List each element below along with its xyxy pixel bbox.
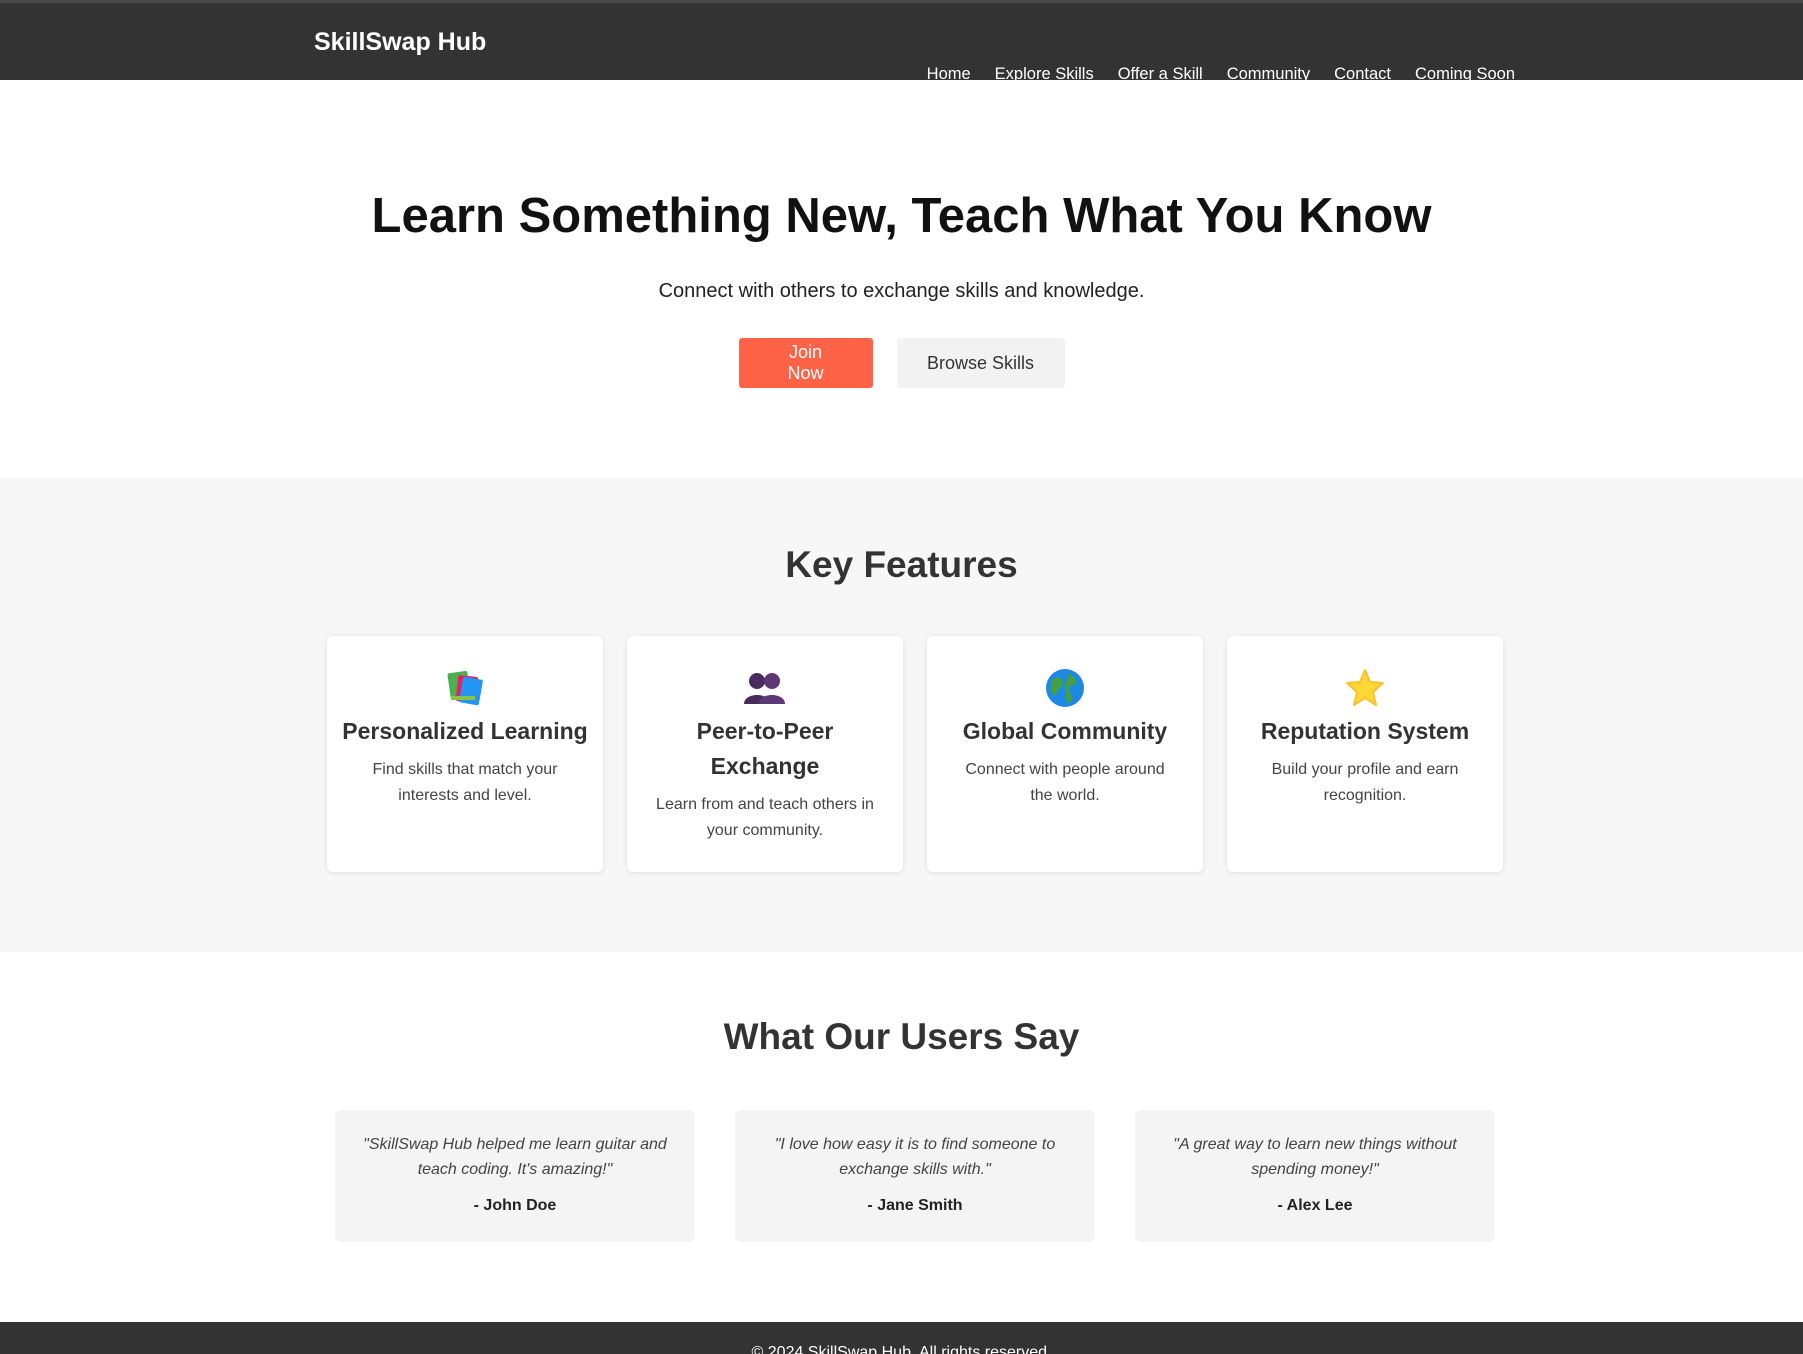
feature-description: Connect with people around the world. xyxy=(965,761,1165,804)
feature-card-reputation-system: Reputation System Build your profile and… xyxy=(1227,636,1503,872)
feature-card-personalized-learning: Personalized Learning Find skills that m… xyxy=(327,636,603,872)
testimonials-section: What Our Users Say "SkillSwap Hub helped… xyxy=(0,952,1803,1322)
testimonial-quote: "I love how easy it is to find someone t… xyxy=(774,1136,1056,1178)
testimonial-card: "A great way to learn new things without… xyxy=(1135,1110,1495,1242)
feature-title: Global Community xyxy=(962,718,1168,744)
brand-logo[interactable]: SkillSwap Hub xyxy=(314,28,486,57)
feature-card-global-community: Global Community Connect with people aro… xyxy=(927,636,1203,872)
feature-card-peer-to-peer: Peer-to-Peer Exchange Learn from and tea… xyxy=(627,636,903,872)
feature-description: Build your profile and earn recognition. xyxy=(1271,761,1459,804)
features-title: Key Features xyxy=(785,544,1018,585)
browse-skills-button[interactable]: Browse Skills xyxy=(896,338,1065,388)
testimonials-title: What Our Users Say xyxy=(723,1016,1080,1057)
site-header: SkillSwap Hub Home Explore Skills Offer … xyxy=(0,0,1803,83)
feature-title: Peer-to-Peer Exchange xyxy=(696,718,834,779)
footer-copyright: © 2024 SkillSwap Hub. All rights reserve… xyxy=(751,1344,1052,1354)
hero-section: Learn Something New, Teach What You Know… xyxy=(0,80,1803,478)
people-icon xyxy=(744,673,785,704)
hero-subtitle: Connect with others to exchange skills a… xyxy=(658,280,1145,302)
testimonial-quote: "SkillSwap Hub helped me learn guitar an… xyxy=(363,1136,667,1178)
feature-title: Personalized Learning xyxy=(342,718,588,744)
testimonial-card: "I love how easy it is to find someone t… xyxy=(735,1110,1095,1242)
testimonial-author: - Jane Smith xyxy=(867,1197,963,1214)
feature-description: Find skills that match your interests an… xyxy=(372,761,558,804)
testimonial-quote: "A great way to learn new things without… xyxy=(1173,1136,1457,1178)
hero-buttons: Join Now Browse Skills xyxy=(0,338,1803,388)
site-footer: © 2024 SkillSwap Hub. All rights reserve… xyxy=(0,1322,1803,1354)
testimonial-list: "SkillSwap Hub helped me learn guitar an… xyxy=(335,1110,1495,1242)
star-icon xyxy=(1346,669,1384,706)
feature-description: Learn from and teach others in your comm… xyxy=(656,796,874,839)
testimonial-card: "SkillSwap Hub helped me learn guitar an… xyxy=(335,1110,695,1242)
features-section: Key Features Personalized Learning Find … xyxy=(0,478,1803,952)
testimonial-author: - Alex Lee xyxy=(1277,1197,1353,1214)
join-now-button[interactable]: Join Now xyxy=(738,338,873,388)
hero-title: Learn Something New, Teach What You Know xyxy=(371,189,1432,243)
globe-icon xyxy=(1046,669,1084,707)
testimonial-author: - John Doe xyxy=(473,1197,557,1214)
feature-list: Personalized Learning Find skills that m… xyxy=(327,636,1503,872)
feature-title: Reputation System xyxy=(1260,718,1470,744)
books-icon xyxy=(447,670,483,706)
